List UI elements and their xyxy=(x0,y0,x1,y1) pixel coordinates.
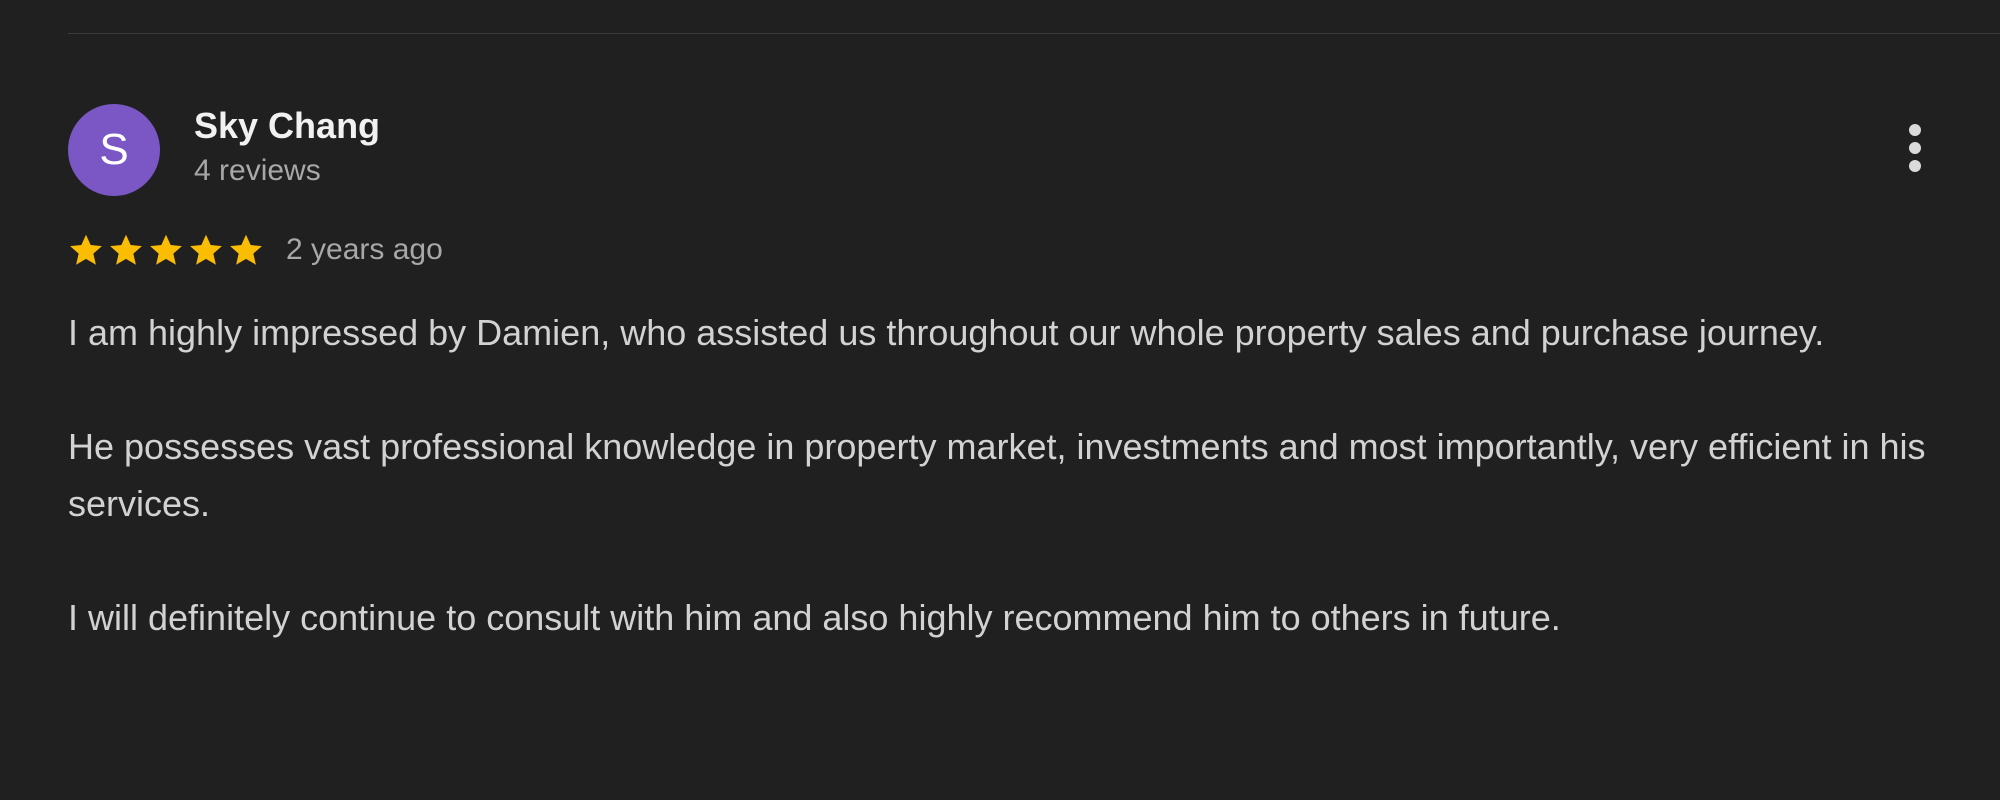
review-paragraph: He possesses vast professional knowledge… xyxy=(68,426,1926,524)
review-age: 2 years ago xyxy=(286,233,443,266)
review-paragraph: I am highly impressed by Damien, who ass… xyxy=(68,312,1825,353)
review-text: I am highly impressed by Damien, who ass… xyxy=(68,304,1948,703)
star-icon xyxy=(70,234,102,265)
review-paragraph: I will definitely continue to consult wi… xyxy=(68,597,1561,638)
star-rating xyxy=(68,232,264,268)
more-options-button[interactable] xyxy=(1890,118,1940,178)
star-icon xyxy=(150,234,182,265)
star-icon xyxy=(190,234,222,265)
divider xyxy=(68,33,2000,34)
reviewer-review-count: 4 reviews xyxy=(194,154,321,187)
reviewer-name[interactable]: Sky Chang xyxy=(194,104,380,148)
star-icon xyxy=(110,234,142,265)
more-vert-icon xyxy=(1909,124,1921,172)
review-card: S Sky Chang 4 reviews 2 years ago I am h… xyxy=(0,0,2000,800)
avatar[interactable]: S xyxy=(68,104,160,196)
avatar-initial: S xyxy=(99,125,129,174)
rating-row: 2 years ago xyxy=(68,228,443,272)
star-icon xyxy=(230,234,262,265)
